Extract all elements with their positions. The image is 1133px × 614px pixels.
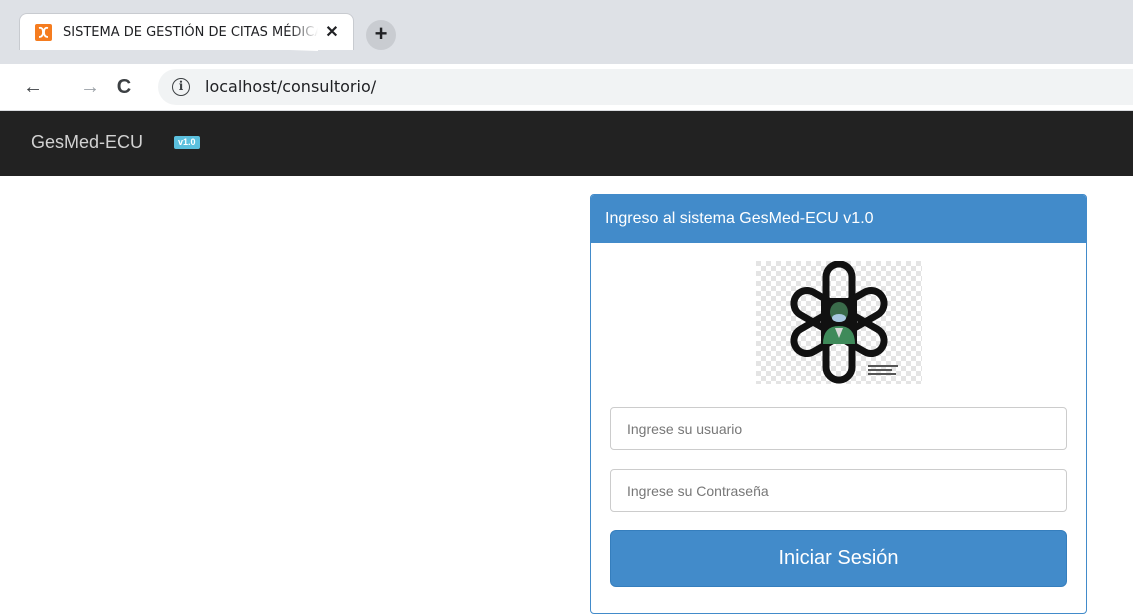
login-panel-heading: Ingreso al sistema GesMed-ECU v1.0 (591, 195, 1086, 243)
reload-icon[interactable]: C (110, 73, 138, 101)
browser-tab[interactable]: SISTEMA DE GESTIÓN DE CITAS MÉDICAS ✕ (19, 13, 354, 51)
back-arrow-icon[interactable]: ← (19, 73, 47, 101)
password-input[interactable] (610, 469, 1067, 512)
url-text[interactable]: localhost/consultorio/ (205, 69, 376, 105)
forward-arrow-icon[interactable]: → (76, 73, 104, 101)
xampp-favicon-icon (35, 24, 52, 41)
app-navbar: GesMed-ECU v1.0 (0, 111, 1133, 176)
info-icon[interactable]: i (172, 78, 190, 96)
tab-title-fade (290, 14, 318, 51)
login-button[interactable]: Iniciar Sesión (610, 530, 1067, 587)
browser-toolbar: ← → C i localhost/consultorio/ (0, 64, 1133, 111)
version-badge: v1.0 (174, 136, 200, 149)
navbar-brand[interactable]: GesMed-ECU (31, 111, 143, 176)
tab-close-icon[interactable]: ✕ (323, 24, 341, 42)
medical-logo-icon (756, 260, 922, 384)
new-tab-button[interactable]: + (366, 20, 396, 50)
browser-tabstrip: SISTEMA DE GESTIÓN DE CITAS MÉDICAS ✕ + (0, 0, 1133, 70)
login-panel: Ingreso al sistema GesMed-ECU v1.0 Ingre… (590, 194, 1087, 614)
username-input[interactable] (610, 407, 1067, 450)
address-bar[interactable]: i localhost/consultorio/ (158, 69, 1133, 105)
tab-title: SISTEMA DE GESTIÓN DE CITAS MÉDICAS (63, 25, 318, 40)
